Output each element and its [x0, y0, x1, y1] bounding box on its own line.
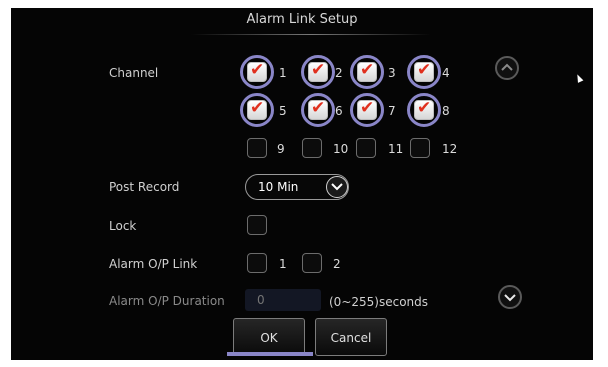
- post-record-label: Post Record: [109, 180, 180, 194]
- check-icon: ✔: [250, 60, 265, 80]
- channel-number: 6: [335, 104, 343, 118]
- chevron-down-icon: [331, 183, 343, 191]
- dialog-title: Alarm Link Setup: [246, 12, 358, 27]
- check-icon: ✔: [417, 60, 432, 80]
- check-icon: ✔: [417, 98, 432, 118]
- chevron-up-icon: [501, 63, 513, 71]
- channel-number: 12: [442, 142, 458, 156]
- alarm-link-checkbox-1[interactable]: [247, 253, 267, 273]
- channel-checkbox-6[interactable]: ✔: [308, 98, 328, 120]
- channel-number: 8: [442, 104, 450, 118]
- cancel-button[interactable]: Cancel: [315, 318, 387, 356]
- lock-checkbox[interactable]: [247, 215, 267, 235]
- channel-number: 1: [279, 66, 287, 80]
- channel-checkbox-8[interactable]: ✔: [414, 98, 434, 120]
- ok-button[interactable]: OK: [233, 318, 305, 356]
- lock-label: Lock: [109, 219, 137, 233]
- channel-number: 2: [335, 66, 343, 80]
- scroll-down-button[interactable]: [498, 285, 522, 309]
- channel-checkbox-3[interactable]: ✔: [357, 60, 377, 82]
- check-icon: ✔: [311, 98, 326, 118]
- channel-number: 7: [388, 104, 396, 118]
- channel-checkbox-12[interactable]: [410, 138, 430, 158]
- channel-checkbox-2[interactable]: ✔: [308, 60, 328, 82]
- post-record-value: 10 Min: [258, 180, 299, 194]
- channel-checkbox-7[interactable]: ✔: [357, 98, 377, 120]
- post-record-select[interactable]: 10 Min: [245, 174, 349, 200]
- mouse-cursor-icon: [574, 73, 584, 83]
- channel-number: 5: [279, 104, 287, 118]
- scroll-up-button[interactable]: [495, 56, 519, 80]
- alarm-link-label: Alarm O/P Link: [109, 257, 198, 271]
- channel-number: 4: [442, 66, 450, 80]
- alarm-link-number: 1: [279, 257, 287, 271]
- focus-underline: [227, 352, 313, 356]
- alarm-link-number: 2: [333, 257, 341, 271]
- channel-number: 9: [277, 142, 285, 156]
- check-icon: ✔: [250, 98, 265, 118]
- channel-number: 11: [388, 142, 404, 156]
- alarm-duration-field-box: [245, 289, 321, 311]
- alarm-link-checkbox-2[interactable]: [302, 253, 322, 273]
- alarm-duration-suffix: (0~255)seconds: [329, 295, 429, 309]
- channel-checkbox-1[interactable]: ✔: [247, 60, 267, 82]
- check-icon: ✔: [360, 98, 375, 118]
- channel-number: 10: [333, 142, 349, 156]
- check-icon: ✔: [360, 60, 375, 80]
- channel-checkbox-11[interactable]: [356, 138, 376, 158]
- channel-checkbox-10[interactable]: [302, 138, 322, 158]
- channel-checkbox-4[interactable]: ✔: [414, 60, 434, 82]
- dropdown-toggle[interactable]: [326, 176, 348, 198]
- channel-label: Channel: [109, 66, 159, 80]
- check-icon: ✔: [311, 60, 326, 80]
- channel-number: 3: [388, 66, 396, 80]
- alarm-duration-input[interactable]: [255, 292, 319, 308]
- title-divider: [191, 34, 431, 35]
- dvr-screen: Alarm Link Setup Channel ✔ 1 ✔ 2 ✔ 3 ✔ 4…: [11, 8, 593, 360]
- channel-checkbox-5[interactable]: ✔: [247, 98, 267, 120]
- channel-checkbox-9[interactable]: [247, 138, 267, 158]
- alarm-duration-label: Alarm O/P Duration: [109, 294, 225, 308]
- chevron-down-icon: [504, 294, 516, 302]
